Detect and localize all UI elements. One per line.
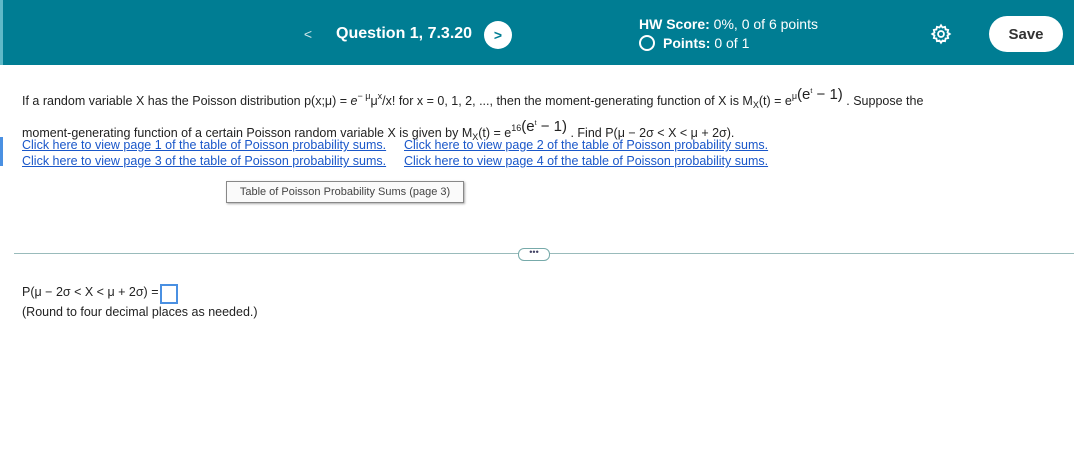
math-exponent: − μ bbox=[357, 91, 371, 101]
math-exponent: − 1) bbox=[812, 86, 843, 103]
problem-text: If a random variable X has the Poisson d… bbox=[22, 94, 351, 108]
poisson-table-page-1-link[interactable]: Click here to view page 1 of the table o… bbox=[22, 138, 386, 152]
math-exponent: 16 bbox=[511, 123, 522, 133]
answer-input[interactable] bbox=[160, 284, 178, 304]
math-exponent: (e bbox=[521, 118, 535, 135]
points-label: Points: bbox=[663, 35, 711, 51]
poisson-table-page-3-link[interactable]: Click here to view page 3 of the table o… bbox=[22, 154, 386, 168]
math-e: e bbox=[350, 94, 358, 108]
problem-text: . Suppose the bbox=[842, 94, 924, 108]
poisson-table-button[interactable]: Table of Poisson Probability Sums (page … bbox=[226, 181, 464, 203]
math-exponent: − 1) bbox=[536, 118, 567, 135]
save-button[interactable]: Save bbox=[989, 16, 1063, 52]
problem-line-1: If a random variable X has the Poisson d… bbox=[22, 86, 923, 110]
next-question-button[interactable]: > bbox=[484, 21, 512, 49]
math-mu: μ bbox=[370, 94, 378, 108]
hw-score-value: 0%, 0 of 6 points bbox=[709, 16, 818, 32]
settings-button[interactable] bbox=[930, 23, 952, 45]
rounding-hint: (Round to four decimal places as needed.… bbox=[22, 305, 258, 319]
problem-text: /x! for x = 0, 1, 2, ..., then the momen… bbox=[382, 94, 753, 108]
top-bar: < Question 1, 7.3.20 > HW Score: 0%, 0 o… bbox=[0, 0, 1074, 65]
more-button[interactable]: ••• bbox=[518, 248, 550, 261]
points-value: 0 of 1 bbox=[710, 35, 750, 51]
poisson-table-page-2-link[interactable]: Click here to view page 2 of the table o… bbox=[404, 138, 768, 152]
answer-label: P(μ − 2σ < X < μ + 2σ) = bbox=[22, 285, 159, 299]
math-exponent: (e bbox=[797, 86, 811, 103]
question-title: Question 1, 7.3.20 bbox=[336, 25, 473, 42]
focus-marker bbox=[0, 137, 3, 166]
gear-icon bbox=[930, 23, 952, 45]
focus-marker bbox=[0, 0, 3, 65]
poisson-table-page-4-link[interactable]: Click here to view page 4 of the table o… bbox=[404, 154, 768, 168]
problem-text: (t) = e bbox=[758, 94, 792, 108]
chevron-right-icon: > bbox=[493, 27, 503, 43]
hw-score: HW Score: 0%, 0 of 6 points bbox=[639, 16, 818, 33]
points: Points: 0 of 1 bbox=[639, 35, 749, 52]
radio-icon bbox=[639, 35, 655, 51]
hw-score-label: HW Score: bbox=[639, 16, 710, 32]
previous-question-button[interactable]: < bbox=[299, 24, 317, 44]
chevron-left-icon: < bbox=[303, 26, 313, 42]
